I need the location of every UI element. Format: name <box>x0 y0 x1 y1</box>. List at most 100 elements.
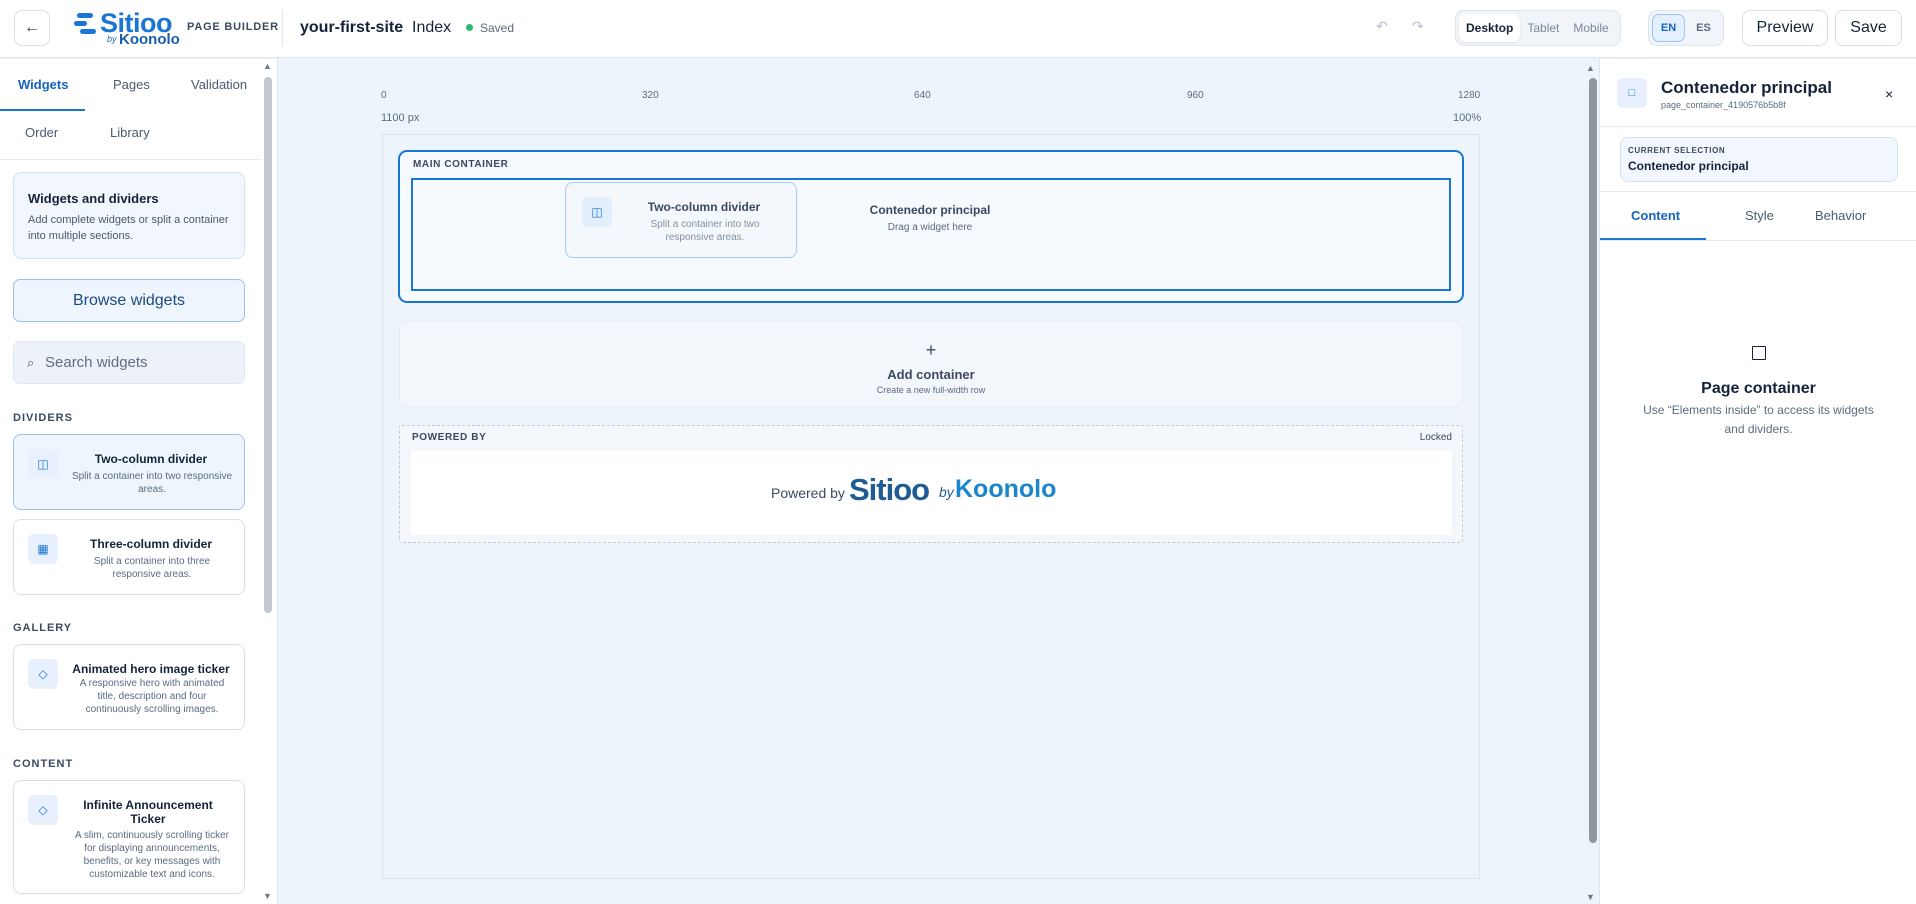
divider <box>282 10 283 46</box>
scroll-up-icon[interactable]: ▲ <box>263 61 272 71</box>
three-columns-icon: ▦ <box>28 534 58 564</box>
language-es[interactable]: ES <box>1687 14 1720 42</box>
back-button[interactable]: ← <box>14 10 50 46</box>
tab-library[interactable]: Library <box>110 125 150 140</box>
add-container-title: Add container <box>887 367 975 382</box>
active-tab-indicator <box>0 109 85 111</box>
widget-title: Two-column divider <box>647 200 761 214</box>
search-widgets: ⌕ <box>13 341 245 384</box>
tab-order[interactable]: Order <box>25 125 58 140</box>
page-name[interactable]: Index <box>412 19 451 37</box>
close-icon[interactable]: × <box>1885 86 1893 102</box>
container-label: POWERED BY <box>412 432 487 443</box>
drop-zone-hint: Drag a widget here <box>887 222 973 233</box>
search-icon: ⌕ <box>27 354 35 370</box>
plus-icon: + <box>925 340 937 360</box>
tab-widgets[interactable]: Widgets <box>18 77 68 92</box>
powered-by-brand: Sitioo <box>849 472 930 507</box>
tab-validation[interactable]: Validation <box>191 77 247 92</box>
tab-content[interactable]: Content <box>1631 208 1680 223</box>
square-icon <box>1752 346 1766 360</box>
ruler-tick: 1280 <box>1458 90 1481 101</box>
language-en[interactable]: EN <box>1652 14 1685 42</box>
tab-style[interactable]: Style <box>1745 208 1774 223</box>
widget-card-announcement-ticker[interactable]: ◇ Infinite Announcement Ticker A slim, c… <box>13 780 245 894</box>
ruler-tick: 320 <box>642 90 659 101</box>
powered-by-container: POWERED BY Locked <box>399 425 1463 543</box>
container-label: MAIN CONTAINER <box>413 159 509 170</box>
device-mobile[interactable]: Mobile <box>1566 14 1615 42</box>
empty-state-title: Page container <box>1701 380 1816 397</box>
save-button[interactable]: Save <box>1835 10 1902 46</box>
site-name[interactable]: your-first-site <box>300 19 403 37</box>
panel-title: Contenedor principal <box>1661 78 1832 97</box>
diamond-icon: ◇ <box>28 659 58 689</box>
ruler-tick: 960 <box>1187 90 1204 101</box>
brand-by: by <box>107 34 117 44</box>
arrow-left-icon: ← <box>24 19 40 36</box>
device-desktop[interactable]: Desktop <box>1459 14 1521 42</box>
columns-icon: ◫ <box>582 197 612 227</box>
saved-status-dot <box>466 24 473 31</box>
powered-by-brand-sub: Koonolo <box>955 475 1057 503</box>
widget-title: Animated hero image ticker <box>72 662 230 676</box>
info-title: Widgets and dividers <box>28 191 159 206</box>
current-selection-value: Contenedor principal <box>1628 159 1749 173</box>
widget-desc: Split a container into three responsive … <box>93 556 211 580</box>
scrollbar-thumb[interactable] <box>264 77 272 613</box>
top-bar: ← Sitioo by Koonolo PAGE BUILDER your-fi… <box>0 0 1916 58</box>
diamond-icon: ◇ <box>28 795 58 825</box>
scroll-down-icon[interactable]: ▼ <box>1586 892 1595 902</box>
locked-badge: Locked <box>1419 432 1452 443</box>
empty-state-desc: Use “Elements inside” to access its widg… <box>1643 403 1874 436</box>
scroll-down-icon[interactable]: ▼ <box>263 891 272 901</box>
browse-widgets-button[interactable]: Browse widgets <box>13 279 245 322</box>
powered-by-brand-by: by <box>939 484 954 500</box>
section-title-dividers: DIVIDERS <box>13 412 73 424</box>
device-tablet[interactable]: Tablet <box>1520 14 1566 42</box>
divider <box>0 159 262 160</box>
properties-panel: □ Contenedor principal page_container_41… <box>1599 59 1916 904</box>
divider <box>1600 126 1916 127</box>
canvas-scrollbar-thumb[interactable] <box>1589 78 1597 843</box>
widget-title: Infinite Announcement Ticker <box>83 798 213 826</box>
section-title-gallery: GALLERY <box>13 622 73 634</box>
sitioo-logo-icon <box>74 11 96 37</box>
current-selection: CURRENT SELECTION Contenedor principal <box>1620 137 1898 182</box>
canvas-zoom-label: 100% <box>1453 112 1482 124</box>
current-selection-label: CURRENT SELECTION <box>1628 146 1726 155</box>
container-icon: □ <box>1617 78 1647 108</box>
divider <box>1600 191 1916 192</box>
section-title-content: CONTENT <box>13 758 74 770</box>
powered-by-text: Powered by <box>771 485 845 501</box>
tab-behavior[interactable]: Behavior <box>1815 208 1866 223</box>
powered-by-strip <box>411 451 1452 535</box>
dragged-widget-two-column-divider[interactable]: ◫ Two-column divider Split a container i… <box>565 182 797 258</box>
scroll-up-icon[interactable]: ▲ <box>1586 63 1595 73</box>
drop-zone-title: Contenedor principal <box>869 203 991 217</box>
widgets-panel: Widgets Pages Validation Order Library ▲… <box>0 59 278 904</box>
widget-desc: A slim, continuously scrolling ticker fo… <box>75 830 229 880</box>
search-input[interactable] <box>45 354 235 371</box>
device-switcher: Desktop Tablet Mobile <box>1455 10 1621 46</box>
redo-icon[interactable]: ↷ <box>1412 18 1424 35</box>
widget-card-two-column-divider[interactable]: ◫ Two-column divider Split a container i… <box>13 434 245 510</box>
tab-pages[interactable]: Pages <box>113 77 150 92</box>
app-logo: Sitioo by Koonolo <box>72 8 180 48</box>
language-switcher: EN ES <box>1648 10 1724 46</box>
add-container-button[interactable]: + Add container Create a new full-width … <box>399 321 1463 407</box>
info-text: Add complete widgets or split a containe… <box>28 214 229 242</box>
widget-title: Two-column divider <box>94 452 208 466</box>
brand-sub: Koonolo <box>119 31 180 48</box>
divider <box>1600 240 1916 241</box>
widget-card-three-column-divider[interactable]: ▦ Three-column divider Split a container… <box>13 519 245 595</box>
info-card: Widgets and dividers Add complete widget… <box>13 172 245 259</box>
saved-status: Saved <box>480 21 515 35</box>
page-builder-label: PAGE BUILDER <box>187 21 279 33</box>
undo-icon[interactable]: ↶ <box>1376 18 1388 35</box>
preview-button[interactable]: Preview <box>1742 10 1828 46</box>
columns-icon: ◫ <box>28 449 58 479</box>
widget-desc: A responsive hero with animated title, d… <box>79 678 225 715</box>
widget-card-animated-hero[interactable]: ◇ Animated hero image ticker A responsiv… <box>13 644 245 730</box>
widget-title: Three-column divider <box>89 537 213 551</box>
